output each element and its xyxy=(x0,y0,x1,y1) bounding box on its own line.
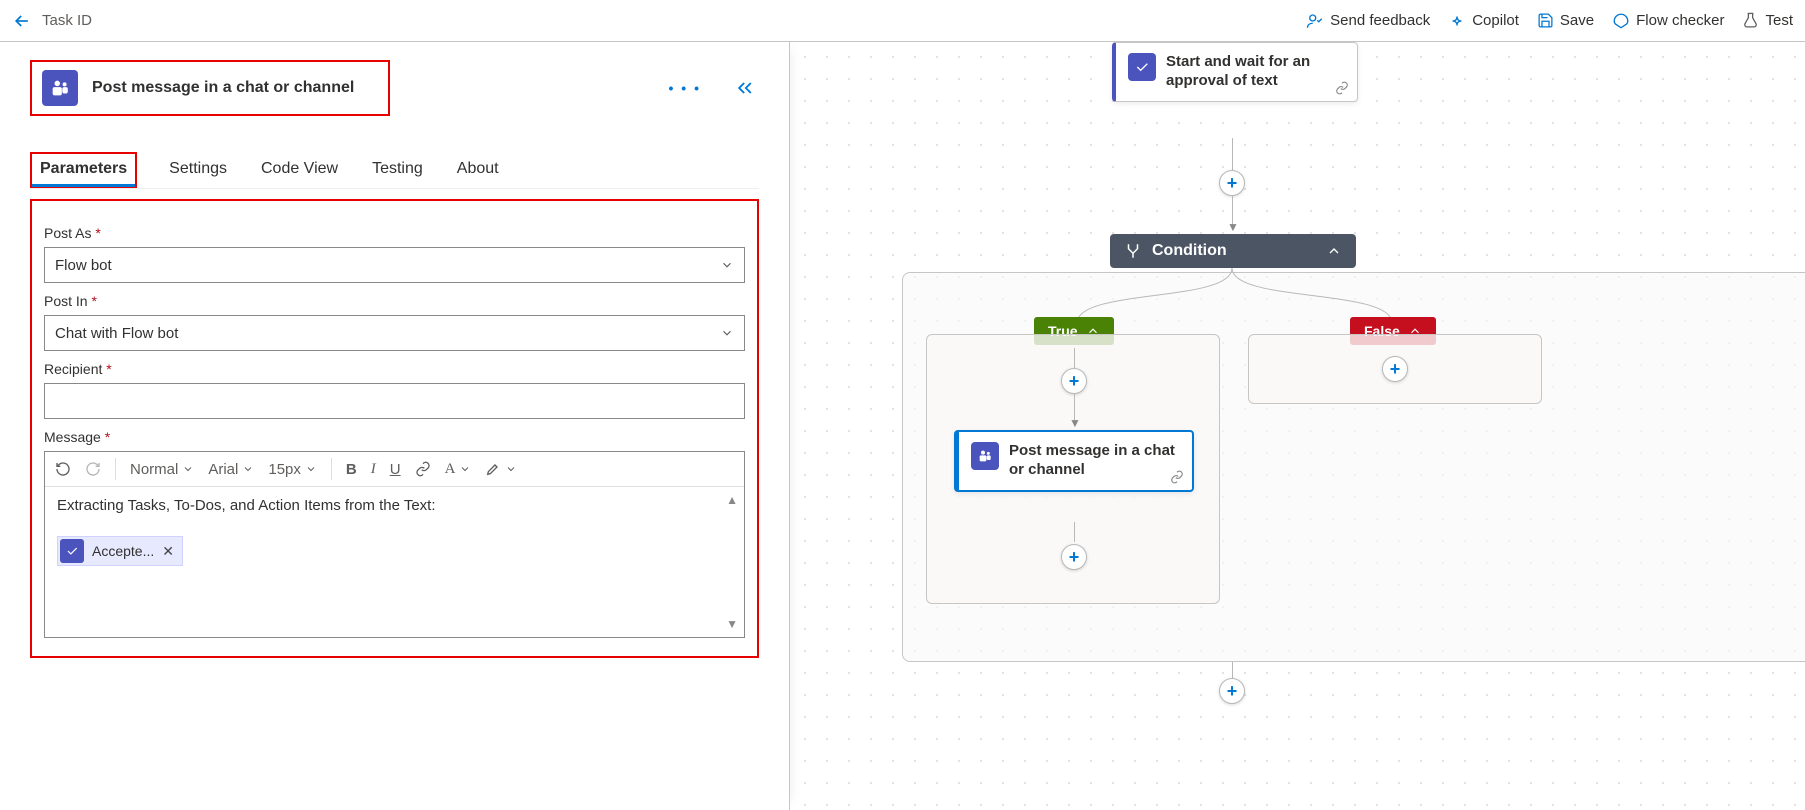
add-step-after-condition-button[interactable]: + xyxy=(1219,678,1245,704)
teams-icon xyxy=(971,442,999,470)
chevron-down-icon xyxy=(505,463,517,475)
condition-card[interactable]: Condition xyxy=(1110,234,1356,268)
chevron-down-icon xyxy=(720,326,734,340)
link-icon xyxy=(1170,470,1184,484)
copilot-icon xyxy=(1448,12,1466,30)
teams-icon xyxy=(42,70,78,106)
save-label: Save xyxy=(1560,12,1594,29)
approval-token-icon xyxy=(60,539,84,563)
message-text-line: Extracting Tasks, To-Dos, and Action Ite… xyxy=(57,497,732,514)
test-button[interactable]: Test xyxy=(1742,12,1793,29)
editor-toolbar: Normal Arial 15px B I U xyxy=(45,452,744,487)
flow-canvas[interactable]: Start and wait for an approval of text +… xyxy=(790,42,1805,810)
config-tabs: Parameters Settings Code View Testing Ab… xyxy=(30,152,759,189)
highlight-icon xyxy=(485,461,501,477)
italic-button[interactable]: I xyxy=(371,461,376,478)
feedback-icon xyxy=(1306,12,1324,30)
test-icon xyxy=(1742,12,1759,29)
tab-code-view[interactable]: Code View xyxy=(259,152,340,188)
post-in-value: Chat with Flow bot xyxy=(55,325,178,342)
bold-button[interactable]: B xyxy=(346,461,357,478)
action-title: Post message in a chat or channel xyxy=(92,79,354,97)
save-button[interactable]: Save xyxy=(1537,12,1594,29)
chevron-down-icon xyxy=(305,463,317,475)
scroll-up-icon[interactable]: ▲ xyxy=(726,493,738,507)
fontsize-dropdown[interactable]: 15px xyxy=(268,461,317,478)
approval-card[interactable]: Start and wait for an approval of text xyxy=(1112,42,1358,102)
post-message-card-title: Post message in a chat or channel xyxy=(1009,442,1180,480)
back-button[interactable] xyxy=(12,11,32,31)
style-dropdown[interactable]: Normal xyxy=(130,461,194,478)
action-title-bar[interactable]: Post message in a chat or channel xyxy=(30,60,390,116)
message-editor: Normal Arial 15px B I U xyxy=(44,451,745,638)
post-message-card[interactable]: Post message in a chat or channel xyxy=(954,430,1194,492)
post-as-dropdown[interactable]: Flow bot xyxy=(44,247,745,283)
flow-checker-label: Flow checker xyxy=(1636,12,1724,29)
add-step-false-button[interactable]: + xyxy=(1382,356,1408,382)
dynamic-content-token[interactable]: Accepte... ✕ xyxy=(57,536,183,566)
copilot-button[interactable]: Copilot xyxy=(1448,12,1519,30)
condition-icon xyxy=(1124,242,1142,260)
recipient-label: Recipient * xyxy=(44,361,745,377)
link-icon xyxy=(415,461,431,477)
add-step-true-button[interactable]: + xyxy=(1061,368,1087,394)
post-as-value: Flow bot xyxy=(55,257,112,274)
recipient-input[interactable] xyxy=(44,383,745,419)
chevron-down-icon xyxy=(242,463,254,475)
redo-button[interactable] xyxy=(85,461,101,477)
tab-about[interactable]: About xyxy=(455,152,501,188)
collapse-panel-button[interactable] xyxy=(735,80,755,96)
test-label: Test xyxy=(1765,12,1793,29)
token-remove-button[interactable]: ✕ xyxy=(162,543,174,560)
add-step-after-post-button[interactable]: + xyxy=(1061,544,1087,570)
chevron-down-icon xyxy=(459,463,471,475)
send-feedback-button[interactable]: Send feedback xyxy=(1306,12,1430,30)
tab-testing[interactable]: Testing xyxy=(370,152,425,188)
font-dropdown[interactable]: Arial xyxy=(208,461,254,478)
scroll-down-icon[interactable]: ▼ xyxy=(726,617,738,631)
top-bar: Task ID Send feedback Copilot Save Flow … xyxy=(0,0,1805,42)
flow-checker-button[interactable]: Flow checker xyxy=(1612,12,1724,30)
link-button[interactable] xyxy=(415,461,431,477)
token-label: Accepte... xyxy=(92,543,154,559)
message-label: Message * xyxy=(44,429,745,445)
approval-card-title: Start and wait for an approval of text xyxy=(1166,53,1345,91)
copilot-label: Copilot xyxy=(1472,12,1519,29)
textcolor-button[interactable]: A xyxy=(445,461,472,478)
tab-settings[interactable]: Settings xyxy=(167,152,229,188)
post-as-label: Post As * xyxy=(44,225,745,241)
undo-button[interactable] xyxy=(55,461,71,477)
chevron-up-icon[interactable] xyxy=(1326,243,1342,259)
chevron-down-icon xyxy=(182,463,194,475)
condition-title: Condition xyxy=(1152,242,1227,260)
breadcrumb: Task ID xyxy=(42,12,92,29)
undo-icon xyxy=(55,461,71,477)
action-config-panel: Post message in a chat or channel • • • … xyxy=(0,42,790,810)
action-more-button[interactable]: • • • xyxy=(669,80,701,96)
parameters-form: Post As * Flow bot Post In * Chat with F… xyxy=(30,199,759,658)
add-step-button[interactable]: + xyxy=(1219,170,1245,196)
message-textarea[interactable]: Extracting Tasks, To-Dos, and Action Ite… xyxy=(45,487,744,637)
flow-checker-icon xyxy=(1612,12,1630,30)
link-icon xyxy=(1335,81,1349,95)
approval-icon xyxy=(1128,53,1156,81)
chevron-down-icon xyxy=(720,258,734,272)
redo-icon xyxy=(85,461,101,477)
save-icon xyxy=(1537,12,1554,29)
highlight-button[interactable] xyxy=(485,461,517,477)
tab-parameters[interactable]: Parameters xyxy=(30,152,137,188)
arrow-left-icon xyxy=(12,11,32,31)
post-in-label: Post In * xyxy=(44,293,745,309)
send-feedback-label: Send feedback xyxy=(1330,12,1430,29)
underline-button[interactable]: U xyxy=(390,461,401,478)
post-in-dropdown[interactable]: Chat with Flow bot xyxy=(44,315,745,351)
